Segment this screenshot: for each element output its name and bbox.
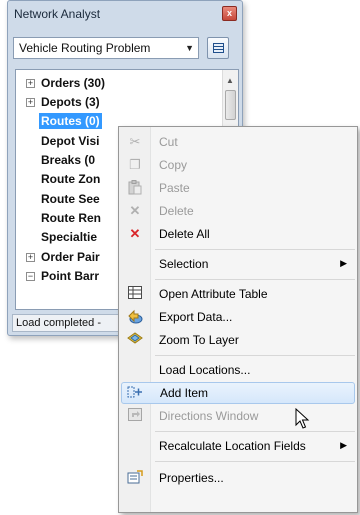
window-title: Network Analyst [14, 7, 101, 21]
tree-item-label: Depots (3) [41, 95, 100, 109]
attribute-table-icon [127, 286, 143, 302]
tree-item-route-renewals[interactable]: Route Ren [41, 209, 101, 227]
tree-item-depots[interactable]: + Depots (3) [26, 93, 100, 111]
tree-item-label: Routes (0) [39, 113, 102, 129]
analysis-layer-dropdown[interactable]: Vehicle Routing Problem ▼ [13, 37, 199, 59]
copy-icon: ❐ [129, 157, 141, 172]
menu-item-label: Directions Window [159, 409, 259, 423]
menu-item-label: Delete All [159, 227, 210, 241]
tree-item-label: Breaks (0 [41, 153, 96, 167]
tree-item-label: Route See [41, 192, 100, 206]
menu-item-label: Zoom To Layer [159, 333, 239, 347]
menu-item-directions-window[interactable]: Directions Window [121, 405, 355, 427]
tree-item-label: Depot Visi [41, 134, 100, 148]
menu-item-zoom-to-layer[interactable]: Zoom To Layer [121, 329, 355, 351]
tree-item-route-seeds[interactable]: Route See [41, 190, 100, 208]
analysis-properties-button[interactable] [207, 37, 229, 59]
menu-item-properties[interactable]: Properties... [121, 467, 355, 489]
menu-item-label: Open Attribute Table [159, 287, 268, 301]
zoom-to-layer-icon [127, 332, 143, 348]
menu-item-paste[interactable]: Paste [121, 177, 355, 199]
window-titlebar[interactable]: Network Analyst x [8, 1, 242, 27]
tree-item-routes[interactable]: Routes (0) [39, 112, 102, 130]
menu-item-label: Copy [159, 158, 188, 172]
analysis-layer-value: Vehicle Routing Problem [19, 41, 151, 55]
menu-separator [155, 249, 355, 250]
properties-icon [127, 470, 143, 486]
menu-item-recalculate-location-fields[interactable]: Recalculate Location Fields ▶ [121, 435, 355, 457]
menu-separator [155, 355, 355, 356]
menu-item-copy[interactable]: ❐ Copy [121, 154, 355, 176]
menu-item-label: Export Data... [159, 310, 233, 324]
menu-item-export-data[interactable]: Export Data... [121, 306, 355, 328]
tree-item-orders[interactable]: + Orders (30) [26, 74, 105, 92]
menu-item-open-attribute-table[interactable]: Open Attribute Table [121, 283, 355, 305]
add-item-icon [127, 385, 143, 401]
context-menu: ✂ Cut ❐ Copy Paste ✕ Delete ✕ Delete All… [118, 126, 358, 513]
collapse-icon[interactable]: − [26, 271, 35, 281]
menu-item-load-locations[interactable]: Load Locations... [121, 359, 355, 381]
directions-window-icon [127, 408, 143, 424]
menu-item-label: Add Item [160, 386, 209, 400]
scroll-thumb[interactable] [225, 90, 236, 120]
tree-item-route-zones[interactable]: Route Zon [41, 170, 100, 188]
menu-separator [155, 461, 355, 462]
submenu-arrow-icon: ▶ [340, 440, 347, 450]
tree-item-label: Orders (30) [41, 76, 106, 90]
expand-icon[interactable]: + [26, 252, 35, 262]
tree-item-depot-visits[interactable]: Depot Visi [41, 132, 99, 150]
menu-item-cut[interactable]: ✂ Cut [121, 131, 355, 153]
menu-item-delete-all[interactable]: ✕ Delete All [121, 223, 355, 245]
menu-item-selection[interactable]: Selection ▶ [121, 253, 355, 275]
menu-separator [155, 279, 355, 280]
tree-item-label: Route Ren [41, 211, 101, 225]
tree-item-label: Specialtie [41, 230, 98, 244]
delete-all-icon: ✕ [129, 226, 141, 241]
tree-item-order-pairs[interactable]: + Order Pair [26, 248, 100, 266]
menu-item-add-item[interactable]: Add Item [121, 382, 355, 404]
menu-item-label: Recalculate Location Fields [159, 439, 306, 453]
menu-item-label: Delete [159, 204, 194, 218]
close-icon[interactable]: x [222, 6, 237, 21]
mouse-cursor-icon [295, 408, 310, 429]
menu-item-label: Load Locations... [159, 363, 251, 377]
tree-item-label: Order Pair [41, 250, 100, 264]
menu-separator [155, 431, 355, 432]
tree-item-label: Point Barr [41, 269, 100, 283]
menu-item-label: Cut [159, 135, 178, 149]
scroll-up-icon[interactable]: ▲ [226, 76, 234, 85]
menu-item-delete[interactable]: ✕ Delete [121, 200, 355, 222]
menu-item-label: Paste [159, 181, 190, 195]
delete-icon: ✕ [129, 203, 141, 218]
tree-item-breaks[interactable]: Breaks (0 [41, 151, 95, 169]
export-data-icon [127, 309, 143, 325]
expand-icon[interactable]: + [26, 78, 35, 88]
tree-item-specialties[interactable]: Specialtie [41, 228, 97, 246]
tree-item-point-barriers[interactable]: − Point Barr [26, 267, 99, 285]
paste-icon [127, 180, 143, 196]
expand-icon[interactable]: + [26, 97, 35, 107]
menu-item-label: Selection [159, 257, 209, 271]
scissors-icon: ✂ [129, 134, 141, 149]
submenu-arrow-icon: ▶ [340, 258, 347, 268]
properties-grid-icon [213, 43, 224, 53]
chevron-down-icon[interactable]: ▼ [185, 43, 194, 53]
tree-item-label: Route Zon [41, 172, 101, 186]
menu-item-label: Properties... [159, 471, 224, 485]
